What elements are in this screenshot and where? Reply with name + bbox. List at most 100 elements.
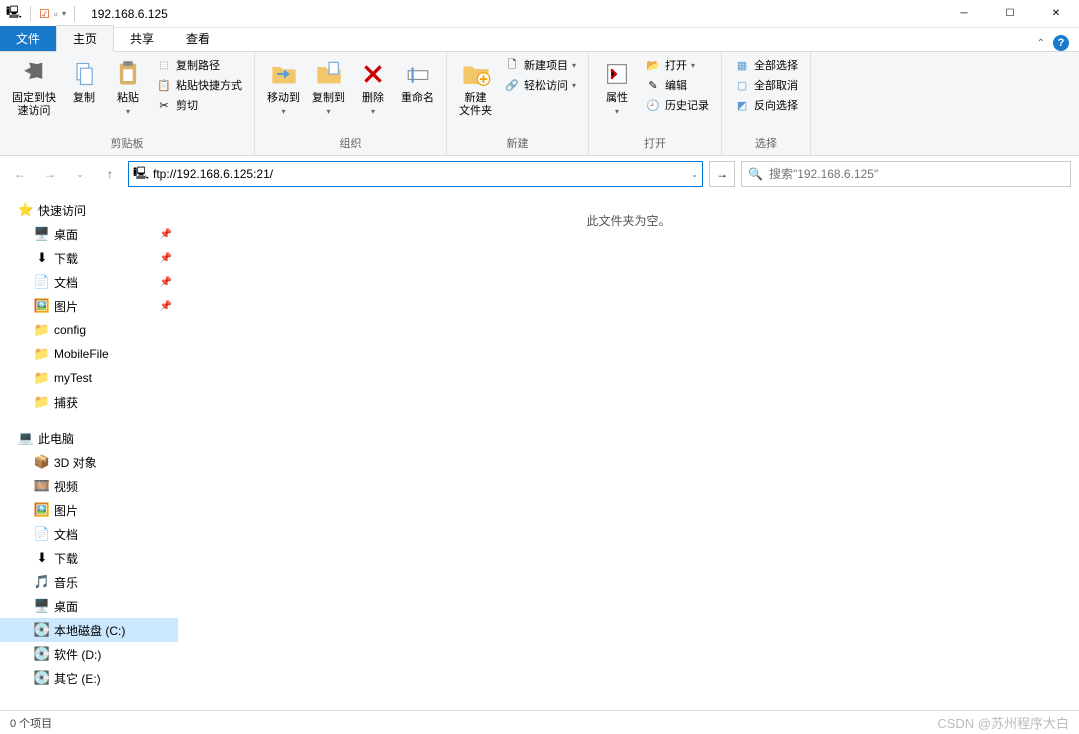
copy-path-button[interactable]: ⬚复制路径 (154, 56, 244, 74)
address-input[interactable] (153, 167, 687, 181)
tree-icon: ⬇ (34, 250, 50, 266)
copyto-button[interactable]: 复制到▾ (306, 54, 351, 120)
back-button[interactable]: ← (8, 162, 32, 186)
maximize-button[interactable]: ☐ (987, 0, 1033, 28)
tab-file[interactable]: 文件 (0, 26, 56, 51)
close-button[interactable]: ✕ (1033, 0, 1079, 28)
tree-label: 下载 (54, 550, 78, 567)
address-dropdown-icon[interactable]: ⌄ (691, 170, 698, 179)
tab-view[interactable]: 查看 (170, 26, 226, 51)
tree-item[interactable]: ⬇下载📌 (0, 246, 178, 270)
open-icon: 📂 (645, 57, 661, 73)
tree-item[interactable]: 💻此电脑 (0, 426, 178, 450)
tree-item[interactable]: 📁捕获 (0, 390, 178, 414)
titlebar: 🖳 ☑ ▫ ▾ 192.168.6.125 ─ ☐ ✕ (0, 0, 1079, 28)
delete-icon (357, 58, 389, 90)
tree-icon: 📁 (34, 322, 50, 338)
new-item-button[interactable]: 🗋新建项目 ▾ (502, 56, 578, 74)
new-item-icon: 🗋 (504, 57, 520, 73)
go-button[interactable]: → (709, 161, 735, 187)
qat-doc-icon[interactable]: ▫ (54, 7, 58, 21)
tree-item[interactable]: 🖼️图片 (0, 498, 178, 522)
tree-item[interactable]: ⭐快速访问 (0, 198, 178, 222)
tree-label: 文档 (54, 526, 78, 543)
tree-icon: 🎞️ (34, 478, 50, 494)
scissors-icon: ✂ (156, 97, 172, 113)
navigation-pane[interactable]: ⭐快速访问🖥️桌面📌⬇下载📌📄文档📌🖼️图片📌📁config📁MobileFil… (0, 192, 178, 710)
easy-access-button[interactable]: 🔗轻松访问 ▾ (502, 76, 578, 94)
copy-button[interactable]: 复制 (62, 54, 106, 109)
ribbon-tabs: 文件 主页 共享 查看 ⌃ ? (0, 28, 1079, 52)
tree-icon: 📁 (34, 346, 50, 362)
window-title: 192.168.6.125 (85, 7, 168, 21)
tree-item[interactable]: 🖥️桌面📌 (0, 222, 178, 246)
tree-label: 此电脑 (38, 430, 74, 447)
tree-item[interactable]: 📁myTest (0, 366, 178, 390)
empty-folder-text: 此文件夹为空。 (586, 212, 670, 710)
rename-button[interactable]: 重命名 (395, 54, 440, 109)
group-open: 属性▾ 📂打开 ▾ ✎编辑 🕘历史记录 打开 (589, 52, 722, 155)
tree-item[interactable]: 📁config (0, 318, 178, 342)
tree-item[interactable]: 💽其它 (E:) (0, 666, 178, 690)
select-none-button[interactable]: ▢全部取消 (732, 76, 800, 94)
tree-label: myTest (54, 371, 92, 385)
tree-label: 软件 (D:) (54, 646, 101, 663)
properties-icon (601, 58, 633, 90)
search-icon: 🔍 (748, 167, 763, 181)
delete-button[interactable]: 删除▾ (351, 54, 395, 120)
tree-item[interactable]: 📄文档📌 (0, 270, 178, 294)
up-button[interactable]: ↑ (98, 162, 122, 186)
tree-item[interactable]: 📄文档 (0, 522, 178, 546)
history-button[interactable]: 🕘历史记录 (643, 96, 711, 114)
tree-icon: 📄 (34, 274, 50, 290)
recent-button[interactable]: ⌄ (68, 162, 92, 186)
paste-shortcut-button[interactable]: 📋粘贴快捷方式 (154, 76, 244, 94)
properties-button[interactable]: 属性▾ (595, 54, 639, 120)
qat-checkbox-icon[interactable]: ☑ (39, 7, 50, 21)
paste-icon (112, 58, 144, 90)
ribbon-collapse-icon[interactable]: ⌃ (1037, 38, 1045, 49)
tab-share[interactable]: 共享 (114, 26, 170, 51)
edit-button[interactable]: ✎编辑 (643, 76, 711, 94)
tree-icon: 🖥️ (34, 598, 50, 614)
forward-button[interactable]: → (38, 162, 62, 186)
invert-select-button[interactable]: ◩反向选择 (732, 96, 800, 114)
tree-icon: 💽 (34, 670, 50, 686)
tree-label: 图片 (54, 298, 78, 315)
search-input[interactable] (769, 167, 1064, 181)
tree-item[interactable]: 🖼️图片📌 (0, 294, 178, 318)
pin-icon: 📌 (160, 229, 172, 240)
select-all-button[interactable]: ▦全部选择 (732, 56, 800, 74)
tree-icon: 💽 (34, 646, 50, 662)
pin-quick-access-button[interactable]: 固定到快 速访问 (6, 54, 62, 122)
tree-label: 快速访问 (38, 202, 86, 219)
content-pane: 此文件夹为空。 (178, 192, 1079, 710)
address-bar[interactable]: 🖳 ⌄ (128, 161, 703, 187)
minimize-button[interactable]: ─ (941, 0, 987, 28)
tree-item[interactable]: 📁MobileFile (0, 342, 178, 366)
pin-icon (18, 58, 50, 90)
tab-home[interactable]: 主页 (56, 25, 114, 52)
tree-icon: 📦 (34, 454, 50, 470)
tree-item[interactable]: 💽本地磁盘 (C:) (0, 618, 178, 642)
select-none-icon: ▢ (734, 77, 750, 93)
tree-item[interactable]: 📦3D 对象 (0, 450, 178, 474)
group-organize: 移动到▾ 复制到▾ 删除▾ 重命名 组织 (255, 52, 447, 155)
path-icon: ⬚ (156, 57, 172, 73)
group-select: ▦全部选择 ▢全部取消 ◩反向选择 选择 (722, 52, 811, 155)
cut-button[interactable]: ✂剪切 (154, 96, 244, 114)
tree-icon: 🖥️ (34, 226, 50, 242)
tree-item[interactable]: 💽软件 (D:) (0, 642, 178, 666)
search-box[interactable]: 🔍 (741, 161, 1071, 187)
moveto-button[interactable]: 移动到▾ (261, 54, 306, 120)
tree-item[interactable]: 🖥️桌面 (0, 594, 178, 618)
tree-item[interactable]: 🎵音乐 (0, 570, 178, 594)
help-icon[interactable]: ? (1053, 35, 1069, 51)
ribbon: 固定到快 速访问 复制 粘贴 ▾ ⬚复制路径 📋粘贴快捷方式 ✂剪切 剪贴板 移… (0, 52, 1079, 156)
pin-icon: 📌 (160, 277, 172, 288)
tree-item[interactable]: 🎞️视频 (0, 474, 178, 498)
new-folder-button[interactable]: 新建 文件夹 (453, 54, 498, 122)
open-button[interactable]: 📂打开 ▾ (643, 56, 711, 74)
paste-button[interactable]: 粘贴 ▾ (106, 54, 150, 120)
tree-item[interactable]: ⬇下载 (0, 546, 178, 570)
